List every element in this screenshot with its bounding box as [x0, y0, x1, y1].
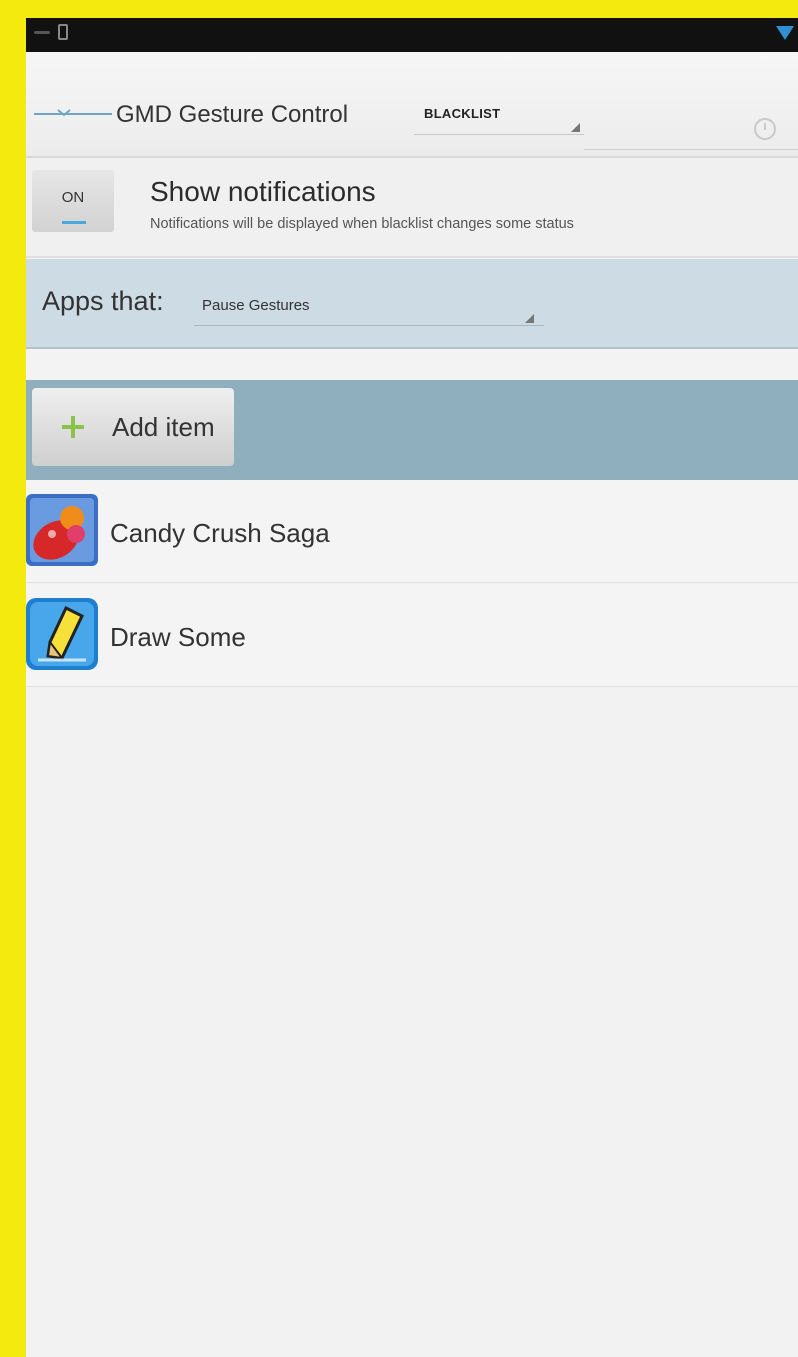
app-name: Draw Some	[110, 622, 246, 652]
filter-label: Apps that:	[42, 286, 164, 316]
clock-icon[interactable]	[754, 118, 776, 140]
filter-spinner-label: Pause Gestures	[202, 297, 310, 314]
phone-icon	[58, 24, 68, 40]
app-logo-icon[interactable]	[34, 107, 112, 121]
show-notifications-setting[interactable]: ON Show notifications Notifications will…	[26, 158, 798, 258]
filter-spinner[interactable]: Pause Gestures	[194, 289, 544, 326]
list-item[interactable]: Draw Some	[26, 584, 798, 687]
draw-some-icon	[26, 598, 98, 670]
mode-spinner[interactable]: BLACKLIST	[414, 100, 584, 135]
status-bar	[26, 18, 798, 52]
toggle-indicator	[62, 221, 86, 224]
list-item[interactable]: Candy Crush Saga	[26, 480, 798, 583]
action-bar: GMD Gesture Control BLACKLIST	[26, 52, 798, 158]
apps-filter-row: Apps that: Pause Gestures	[26, 259, 798, 349]
add-item-label: Add item	[112, 412, 215, 442]
notifications-toggle[interactable]: ON	[32, 170, 114, 232]
device-screen: GMD Gesture Control BLACKLIST ON Show no…	[26, 18, 798, 1357]
candy-crush-icon	[26, 494, 98, 566]
actionbar-divider	[584, 149, 798, 150]
add-item-button[interactable]: Add item	[32, 388, 234, 466]
spinner-arrow-icon	[525, 314, 534, 323]
wifi-icon	[776, 26, 794, 40]
status-bar-left	[34, 24, 68, 40]
notification-icon	[34, 30, 50, 34]
spinner-arrow-icon	[571, 123, 580, 132]
section-gap	[26, 349, 798, 380]
app-name: Candy Crush Saga	[110, 518, 330, 548]
setting-title: Show notifications	[150, 176, 376, 207]
setting-subtitle: Notifications will be displayed when bla…	[150, 216, 574, 232]
app-title: GMD Gesture Control	[116, 101, 349, 128]
add-item-bar: Add item	[26, 380, 798, 480]
mode-spinner-label: BLACKLIST	[424, 106, 501, 121]
plus-icon	[62, 416, 84, 438]
toggle-label: ON	[61, 189, 85, 206]
